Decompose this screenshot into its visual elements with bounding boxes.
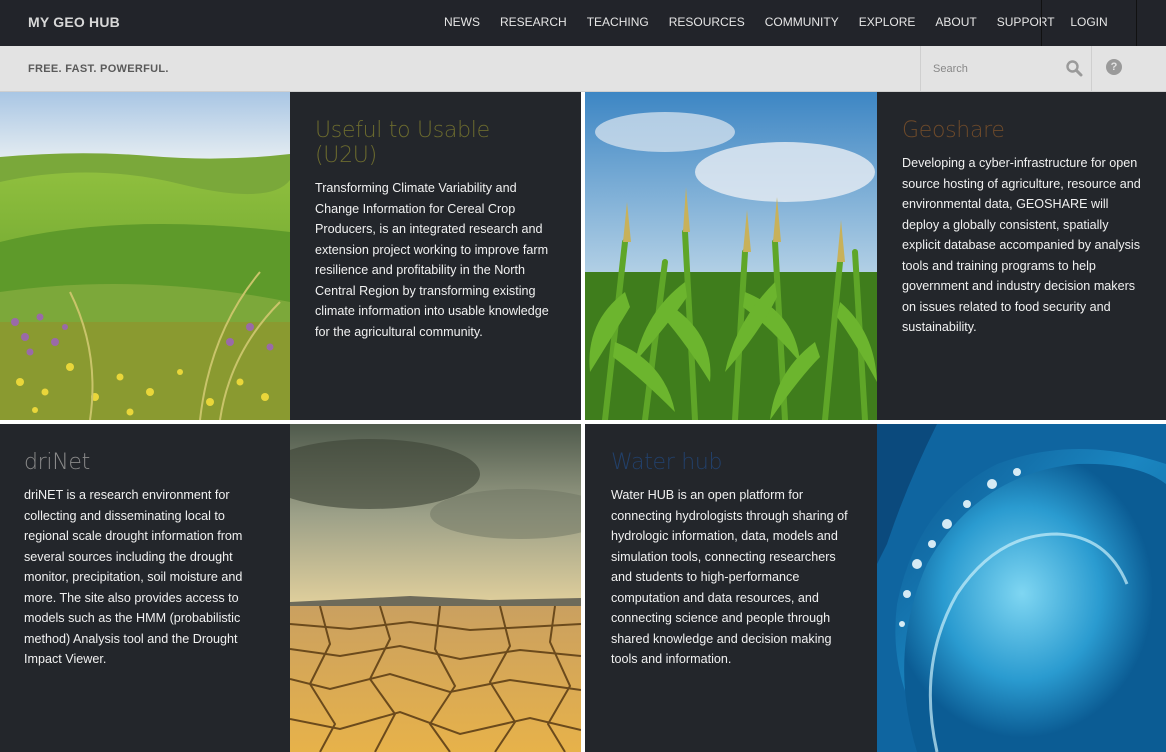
green-hills-field-image — [0, 92, 290, 420]
geoshare-image[interactable] — [585, 92, 877, 420]
nav-resources[interactable]: RESOURCES — [659, 0, 755, 46]
nav-community[interactable]: COMMUNITY — [755, 0, 849, 46]
project-grid: Useful to Usable (U2U) Transforming Clim… — [0, 92, 1166, 752]
search-icon[interactable] — [1065, 59, 1083, 77]
geoshare-card[interactable]: Geoshare Developing a cyber-infrastructu… — [877, 92, 1166, 420]
main-nav: NEWS RESEARCH TEACHING RESOURCES COMMUNI… — [434, 0, 1065, 46]
search-input[interactable] — [921, 46, 1061, 91]
sub-bar: FREE. FAST. POWERFUL. — [0, 46, 1166, 138]
top-navbar: MY GEO HUB NEWS RESEARCH TEACHING RESOUR… — [0, 0, 1166, 46]
login-button[interactable]: LOGIN — [1041, 0, 1137, 46]
tagline: FREE. FAST. POWERFUL. — [28, 63, 169, 75]
waterhub-title[interactable]: Water hub — [611, 450, 851, 475]
nav-news[interactable]: NEWS — [434, 0, 490, 46]
drinet-card[interactable]: driNet driNET is a research environment … — [0, 424, 290, 752]
nav-about[interactable]: ABOUT — [925, 0, 986, 46]
u2u-title[interactable]: Useful to Usable (U2U) — [315, 118, 556, 168]
waterhub-description: Water HUB is an open platform for connec… — [611, 488, 848, 666]
u2u-card[interactable]: Useful to Usable (U2U) Transforming Clim… — [290, 92, 581, 420]
nav-explore[interactable]: EXPLORE — [849, 0, 926, 46]
search-box — [920, 46, 1092, 92]
geoshare-title[interactable]: Geoshare — [902, 118, 1141, 143]
ocean-wave-image — [877, 424, 1166, 752]
u2u-image[interactable] — [0, 92, 290, 420]
waterhub-card[interactable]: Water hub Water HUB is an open platform … — [585, 424, 877, 752]
nav-teaching[interactable]: TEACHING — [577, 0, 659, 46]
drinet-image[interactable] — [290, 424, 581, 752]
cracked-desert-image — [290, 424, 581, 752]
drinet-description: driNET is a research environment for col… — [24, 488, 243, 666]
corn-field-image — [585, 92, 877, 420]
help-icon[interactable]: ? — [1106, 59, 1122, 75]
site-logo[interactable]: MY GEO HUB — [28, 0, 120, 46]
u2u-description: Transforming Climate Variability and Cha… — [315, 181, 549, 339]
geoshare-description: Developing a cyber-infrastructure for op… — [902, 156, 1141, 334]
drinet-title[interactable]: driNet — [24, 450, 266, 475]
nav-research[interactable]: RESEARCH — [490, 0, 577, 46]
waterhub-image[interactable] — [877, 424, 1166, 752]
